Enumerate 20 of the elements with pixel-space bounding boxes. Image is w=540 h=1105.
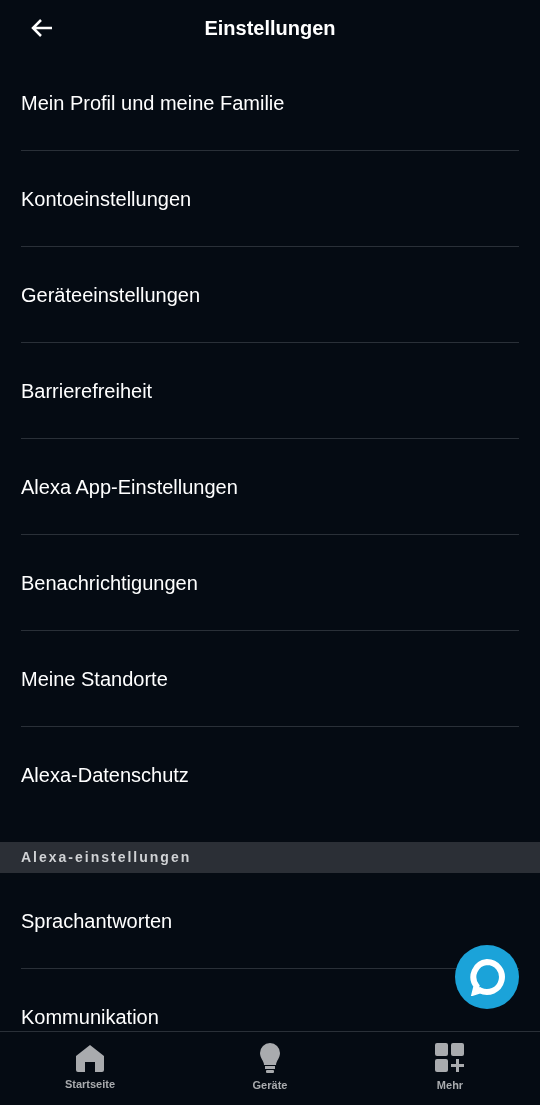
settings-item[interactable]: Benachrichtigungen [21,567,198,598]
settings-item[interactable]: Barrierefreiheit [21,375,153,406]
settings-item[interactable]: Geräteeinstellungen [21,279,200,310]
settings-item[interactable]: Kommunikation [21,1002,159,1031]
back-arrow-icon [31,18,53,38]
grid-plus-icon [435,1043,465,1074]
speech-bubble-icon [468,958,506,996]
settings-item[interactable]: Kontoeinstellungen [21,183,192,214]
settings-item[interactable]: Alexa-Datenschutz [21,760,189,790]
nav-tab[interactable]: Geräte [180,1032,360,1105]
settings-item[interactable]: Meine Standorte [21,663,168,694]
nav-tab[interactable]: Startseite [0,1032,180,1105]
home-icon [75,1044,105,1073]
settings-item[interactable]: Sprachantworten [21,905,173,936]
light-bulb-icon [259,1043,281,1074]
section-title: Alexa-einstellungen [21,848,192,867]
settings-item[interactable]: Alexa App-Einstellungen [21,471,238,502]
nav-tab[interactable]: Mehr [360,1032,540,1105]
settings-item[interactable]: Mein Profil und meine Familie [21,87,285,118]
page-title: Einstellungen [204,15,336,41]
